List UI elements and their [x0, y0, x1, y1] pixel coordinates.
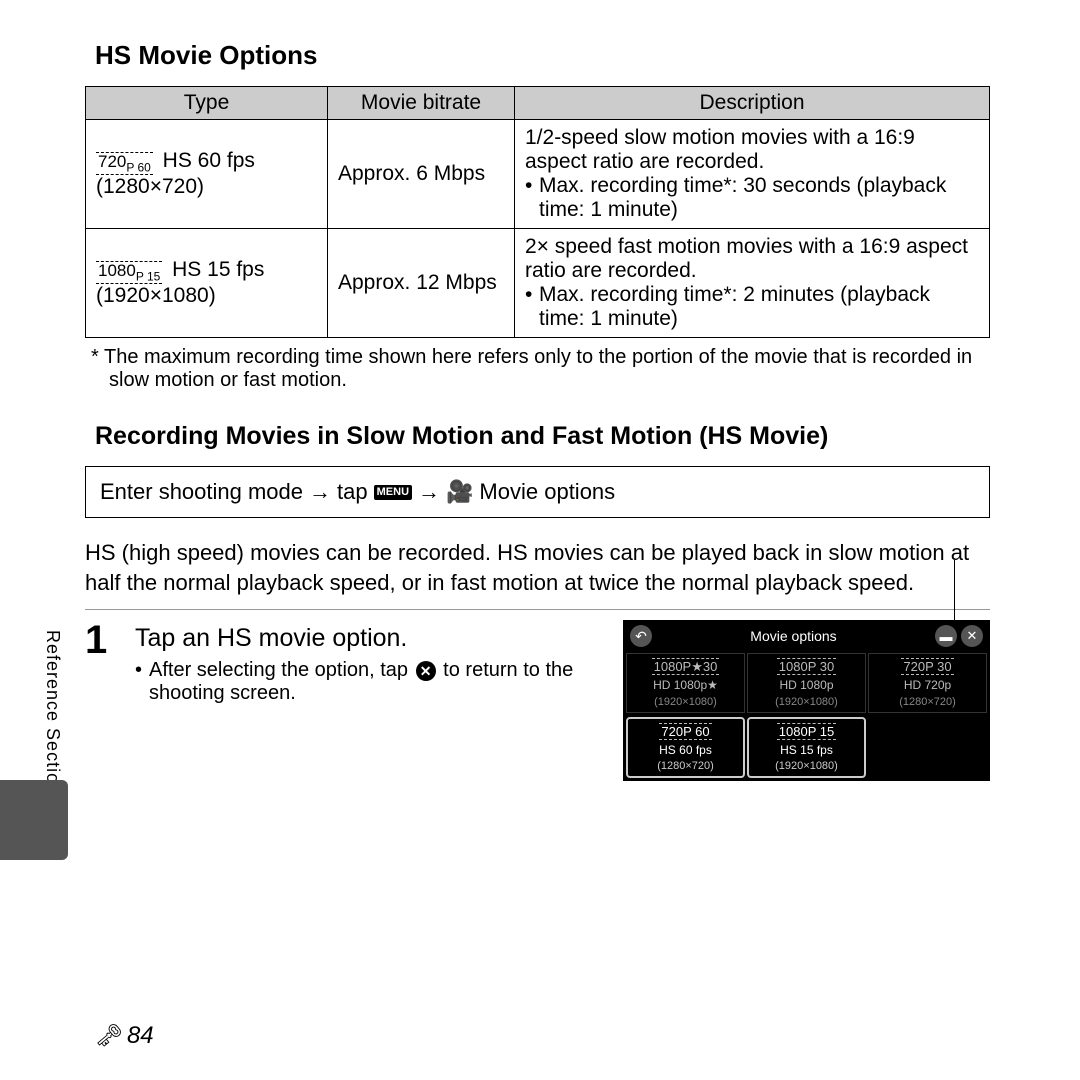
section-heading-hs-options: HS Movie Options — [95, 40, 990, 71]
device-screenshot: ↶ Movie options ▬ ✕ 1080P★30 HD 1080p★ (… — [623, 620, 990, 781]
table-footnote: * The maximum recording time shown here … — [85, 346, 990, 392]
movie-option-item[interactable]: 720P 30 HD 720p (1280×720) — [868, 653, 987, 712]
side-section-label: Reference Section — [42, 630, 63, 795]
body-paragraph: HS (high speed) movies can be recorded. … — [85, 538, 990, 597]
desc-text: 1/2-speed slow motion movies with a 16:9… — [525, 126, 979, 174]
type-resolution: (1280×720) — [96, 175, 204, 198]
arrow-icon: → — [309, 479, 331, 505]
type-label: HS 60 fps — [157, 149, 255, 172]
arrow-icon: → — [418, 479, 440, 505]
device-title: Movie options — [652, 628, 935, 644]
movie-icon: 🎥 — [446, 479, 473, 505]
table-row: 720P 60 HS 60 fps (1280×720) Approx. 6 M… — [86, 120, 990, 229]
step-detail-text: After selecting the option, tap — [149, 659, 414, 681]
type-icon: 720P 60 — [96, 152, 153, 174]
desc-text: 2× speed fast motion movies with a 16:9 … — [525, 235, 979, 283]
step-title: Tap an HS movie option. — [135, 624, 610, 653]
desc-bullet: Max. recording time*: 30 seconds (playba… — [539, 174, 979, 222]
table-row: 1080P 15 HS 15 fps (1920×1080) Approx. 1… — [86, 229, 990, 338]
type-label: HS 15 fps — [166, 258, 264, 281]
bitrate-value: Approx. 12 Mbps — [328, 229, 515, 338]
th-type: Type — [86, 87, 328, 120]
desc-bullet: Max. recording time*: 2 minutes (playbac… — [539, 283, 979, 331]
section-heading-recording: Recording Movies in Slow Motion and Fast… — [95, 422, 990, 451]
empty-cell — [868, 717, 987, 778]
type-resolution: (1920×1080) — [96, 284, 216, 307]
back-icon[interactable]: ↶ — [630, 625, 652, 647]
hs-movie-option-item[interactable]: 1080P 15 HS 15 fps (1920×1080) — [747, 717, 866, 778]
step-number: 1 — [85, 620, 135, 705]
close-icon: ✕ — [416, 661, 436, 681]
reference-icon: 🗝 — [95, 1023, 123, 1049]
th-bitrate: Movie bitrate — [328, 87, 515, 120]
hs-movie-option-item[interactable]: 720P 60 HS 60 fps (1280×720) — [626, 717, 745, 778]
navigation-path-box: Enter shooting mode → tap MENU → 🎥 Movie… — [85, 466, 990, 518]
menu-icon: MENU — [374, 485, 412, 500]
movie-option-item[interactable]: 1080P 30 HD 1080p (1920×1080) — [747, 653, 866, 712]
bitrate-value: Approx. 6 Mbps — [328, 120, 515, 229]
movie-option-item[interactable]: 1080P★30 HD 1080p★ (1920×1080) — [626, 653, 745, 712]
close-icon[interactable]: ✕ — [961, 625, 983, 647]
side-tab — [0, 780, 68, 860]
th-description: Description — [515, 87, 990, 120]
type-icon: 1080P 15 — [96, 261, 162, 283]
hs-options-table: Type Movie bitrate Description 720P 60 H… — [85, 86, 990, 338]
page-number: 🗝 84 — [95, 1022, 154, 1050]
minimize-icon[interactable]: ▬ — [935, 625, 957, 647]
